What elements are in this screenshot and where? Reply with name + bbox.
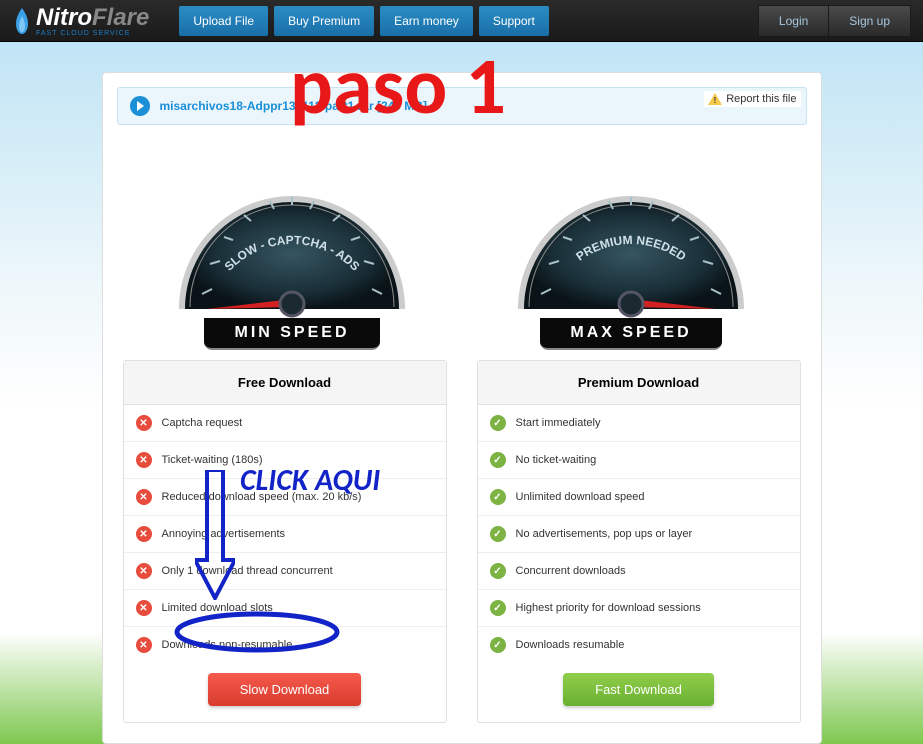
header-bar: NitroFlare FAST CLOUD SERVICE Upload Fil… <box>0 0 923 42</box>
check-icon: ✓ <box>490 600 506 616</box>
feature-text: Downloads non-resumable <box>162 639 293 651</box>
feature-text: No ticket-waiting <box>516 454 597 466</box>
signup-button[interactable]: Sign up <box>828 5 911 37</box>
x-icon: ✕ <box>136 489 152 505</box>
file-info-bar: misarchivos18-Adppr130113.part1.rar [240… <box>117 87 807 125</box>
gauge-min-icon: SLOW - CAPTCHA - ADS <box>162 149 422 319</box>
gauge-premium: PREMIUM NEEDED MAX SPEED <box>481 149 781 350</box>
list-item: ✓ Downloads resumable <box>478 627 800 663</box>
check-icon: ✓ <box>490 526 506 542</box>
login-button[interactable]: Login <box>758 5 828 37</box>
filename: misarchivos18-Adppr130113.part1.rar [240… <box>160 99 427 113</box>
check-icon: ✓ <box>490 415 506 431</box>
comparison-columns: Free Download ✕ Captcha request ✕ Ticket-w… <box>103 350 821 743</box>
feature-text: Captcha request <box>162 417 243 429</box>
list-item: ✕ Ticket-waiting (180s) <box>124 442 446 479</box>
check-icon: ✓ <box>490 489 506 505</box>
report-label: Report this file <box>726 93 796 105</box>
logo-text-nitro: Nitro <box>36 4 92 31</box>
nav-upload[interactable]: Upload File <box>179 6 268 36</box>
list-item: ✕ Downloads non-resumable <box>124 627 446 663</box>
list-item: ✓ Unlimited download speed <box>478 479 800 516</box>
logo[interactable]: NitroFlare FAST CLOUD SERVICE <box>12 4 149 37</box>
gauges-row: SLOW - CAPTCHA - ADS MIN SPEED <box>103 139 821 350</box>
slow-download-button[interactable]: Slow Download <box>208 673 362 706</box>
list-item: ✕ Captcha request <box>124 405 446 442</box>
feature-text: Concurrent downloads <box>516 565 626 577</box>
nav-earn[interactable]: Earn money <box>380 6 473 36</box>
nav-premium[interactable]: Buy Premium <box>274 6 374 36</box>
list-item: ✓ Start immediately <box>478 405 800 442</box>
premium-header: Premium Download <box>478 361 800 405</box>
feature-text: Highest priority for download sessions <box>516 602 701 614</box>
list-item: ✓ No ticket-waiting <box>478 442 800 479</box>
svg-text:!: ! <box>714 96 717 105</box>
feature-text: Limited download slots <box>162 602 273 614</box>
x-icon: ✕ <box>136 600 152 616</box>
list-item: ✕ Reduced download speed (max. 20 kb/s) <box>124 479 446 516</box>
premium-feature-list: ✓ Start immediately ✓ No ticket-waiting ✓ U… <box>478 405 800 663</box>
list-item: ✕ Annoying advertisements <box>124 516 446 553</box>
x-icon: ✕ <box>136 415 152 431</box>
flame-icon <box>12 8 32 34</box>
feature-text: Reduced download speed (max. 20 kb/s) <box>162 491 362 503</box>
content-panel: misarchivos18-Adppr130113.part1.rar [240… <box>102 72 822 744</box>
nav-support[interactable]: Support <box>479 6 549 36</box>
x-icon: ✕ <box>136 637 152 653</box>
feature-text: No advertisements, pop ups or layer <box>516 528 693 540</box>
feature-text: Only 1 download thread concurrent <box>162 565 333 577</box>
feature-text: Unlimited download speed <box>516 491 645 503</box>
list-item: ✕ Limited download slots <box>124 590 446 627</box>
check-icon: ✓ <box>490 452 506 468</box>
list-item: ✓ Highest priority for download sessions <box>478 590 800 627</box>
play-icon[interactable] <box>130 96 150 116</box>
min-speed-label: MIN SPEED <box>204 318 379 350</box>
list-item: ✕ Only 1 download thread concurrent <box>124 553 446 590</box>
list-item: ✓ Concurrent downloads <box>478 553 800 590</box>
free-column: Free Download ✕ Captcha request ✕ Ticket-w… <box>123 360 447 723</box>
logo-text-flare: Flare <box>92 4 149 31</box>
list-item: ✓ No advertisements, pop ups or layer <box>478 516 800 553</box>
check-icon: ✓ <box>490 563 506 579</box>
fast-download-button[interactable]: Fast Download <box>563 673 714 706</box>
gauge-max-icon: PREMIUM NEEDED <box>501 149 761 319</box>
x-icon: ✕ <box>136 452 152 468</box>
warning-icon: ! <box>708 93 722 105</box>
feature-text: Ticket-waiting (180s) <box>162 454 263 466</box>
max-speed-label: MAX SPEED <box>540 318 721 350</box>
logo-subtitle: FAST CLOUD SERVICE <box>36 30 149 37</box>
check-icon: ✓ <box>490 637 506 653</box>
gauge-free: SLOW - CAPTCHA - ADS MIN SPEED <box>142 149 442 350</box>
feature-text: Annoying advertisements <box>162 528 286 540</box>
free-header: Free Download <box>124 361 446 405</box>
feature-text: Downloads resumable <box>516 639 625 651</box>
feature-text: Start immediately <box>516 417 601 429</box>
x-icon: ✕ <box>136 526 152 542</box>
x-icon: ✕ <box>136 563 152 579</box>
free-feature-list: ✕Captcha request ✕Ticket-waiting (180s) … <box>124 405 446 663</box>
report-file-link[interactable]: ! Report this file <box>704 91 800 107</box>
premium-column: Premium Download ✓ Start immediately ✓ No … <box>477 360 801 723</box>
